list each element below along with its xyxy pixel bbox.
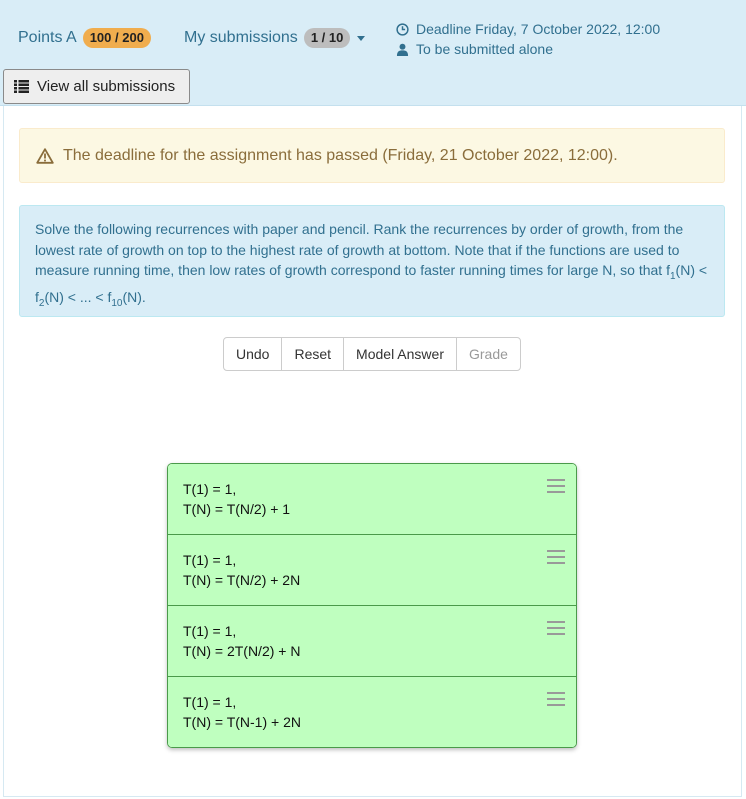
caret-down-icon: [357, 35, 366, 41]
undo-button[interactable]: Undo: [223, 337, 283, 371]
recurrence-base: T(1) = 1,: [183, 481, 237, 497]
view-all-label: View all submissions: [37, 78, 176, 95]
user-icon: [396, 43, 409, 56]
list-item[interactable]: T(1) = 1, T(N) = T(N-1) + 2N: [168, 676, 576, 747]
exercise-instructions: Solve the following recurrences with pap…: [19, 205, 725, 317]
warning-icon: [36, 147, 54, 164]
submit-mode-text: To be submitted alone: [416, 41, 553, 57]
recurrence-formula: T(N) = T(N-1) + 2N: [183, 714, 301, 730]
drag-handle-icon[interactable]: [547, 479, 565, 497]
exercise-controls: Undo Reset Model Answer Grade: [223, 337, 521, 371]
deadline-passed-alert: The deadline for the assignment has pass…: [19, 128, 725, 183]
recurrence-base: T(1) = 1,: [183, 623, 237, 639]
drag-handle-icon[interactable]: [547, 550, 565, 568]
points-label: Points A: [18, 29, 77, 46]
drag-handle-icon[interactable]: [547, 621, 565, 639]
recurrence-base: T(1) = 1,: [183, 552, 237, 568]
alert-text: The deadline for the assignment has pass…: [63, 146, 618, 164]
sortable-list: T(1) = 1, T(N) = T(N/2) + 1 T(1) = 1, T(…: [167, 463, 577, 748]
model-answer-button[interactable]: Model Answer: [343, 337, 457, 371]
recurrence-formula: T(N) = T(N/2) + 2N: [183, 572, 301, 588]
submissions-label: My submissions: [184, 29, 298, 46]
drag-handle-icon[interactable]: [547, 692, 565, 710]
deadline-text: Deadline Friday, 7 October 2022, 12:00: [416, 21, 661, 37]
list-item[interactable]: T(1) = 1, T(N) = T(N/2) + 1: [168, 464, 576, 534]
list-item[interactable]: T(1) = 1, T(N) = T(N/2) + 2N: [168, 534, 576, 605]
recurrence-formula: T(N) = T(N/2) + 1: [183, 501, 291, 517]
grade-button: Grade: [455, 337, 521, 371]
recurrence-formula: T(N) = 2T(N/2) + N: [183, 643, 301, 659]
reset-button[interactable]: Reset: [281, 337, 345, 371]
list-item[interactable]: T(1) = 1, T(N) = 2T(N/2) + N: [168, 605, 576, 676]
clock-icon: [396, 22, 409, 36]
submissions-badge: 1 / 10: [303, 28, 351, 48]
points-badge: 100 / 200: [82, 28, 151, 48]
view-all-submissions-button[interactable]: View all submissions: [3, 69, 190, 104]
recurrence-base: T(1) = 1,: [183, 694, 237, 710]
list-icon: [14, 80, 29, 93]
submissions-dropdown[interactable]: My submissions 1 / 10: [184, 28, 366, 48]
points-display: Points A 100 / 200: [18, 28, 151, 48]
deadline-info: Deadline Friday, 7 October 2022, 12:00 T…: [396, 19, 660, 59]
